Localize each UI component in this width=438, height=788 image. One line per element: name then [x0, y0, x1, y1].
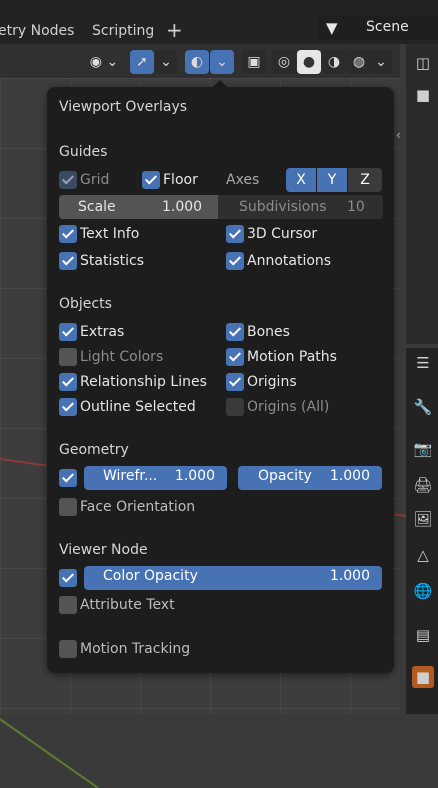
opacity-slider[interactable]: Opacity 1.000 — [238, 466, 382, 490]
workspace-tab-bar: etry Nodes Scripting + ▼ Scene — [0, 0, 438, 44]
scale-label: Scale — [78, 199, 116, 215]
gizmo-dropdown-icon[interactable]: ⌄ — [155, 50, 177, 74]
color-opacity-slider[interactable]: Color Opacity 1.000 — [84, 566, 382, 590]
properties-editor-icon[interactable]: ☰ — [412, 352, 434, 374]
xray-icon[interactable]: ▣ — [242, 50, 266, 74]
grid-checkbox[interactable] — [59, 171, 77, 189]
overlays-dropdown-icon[interactable]: ⌄ — [210, 50, 234, 74]
subdivisions-value: 10 — [347, 199, 365, 215]
tab-scripting[interactable]: Scripting — [92, 20, 154, 42]
shading-dropdown-icon[interactable]: ⌄ — [370, 50, 392, 74]
color-opacity-label: Color Opacity — [103, 568, 198, 584]
scale-value: 1.000 — [162, 199, 203, 215]
popover-title: Viewport Overlays — [59, 99, 188, 115]
axes-label: Axes — [226, 172, 260, 188]
floor-label: Floor — [163, 172, 198, 188]
outliner-filter-icon[interactable]: ◫ — [412, 52, 434, 74]
scene-icon: ▼ — [326, 19, 338, 37]
bones-label: Bones — [247, 324, 290, 340]
light-colors-label: Light Colors — [80, 349, 164, 365]
collection-icon[interactable]: ■ — [412, 84, 434, 106]
motion-tracking-checkbox[interactable] — [59, 640, 77, 658]
scene-selector[interactable]: ▼ Scene — [318, 16, 438, 40]
origins-all-checkbox[interactable] — [226, 398, 244, 416]
color-opacity-value: 1.000 — [329, 568, 370, 584]
origins-label: Origins — [247, 374, 297, 390]
scene-name: Scene — [366, 19, 409, 35]
axis-x-toggle[interactable]: X — [286, 168, 316, 192]
relationship-lines-checkbox[interactable] — [59, 373, 77, 391]
floor-checkbox[interactable] — [142, 171, 160, 189]
y-axis-line — [0, 718, 99, 788]
attribute-text-checkbox[interactable] — [59, 596, 77, 614]
motion-tracking-label: Motion Tracking — [80, 641, 191, 657]
relationship-lines-label: Relationship Lines — [80, 374, 207, 390]
3d-cursor-checkbox[interactable] — [226, 225, 244, 243]
wireframe-label: Wirefr... — [103, 468, 158, 484]
wireframe-slider[interactable]: Wirefr... 1.000 — [84, 466, 227, 490]
view-layer-icon[interactable]: 🖼 — [412, 508, 434, 530]
gizmo-icon[interactable]: ➚ — [130, 50, 154, 74]
opacity-label: Opacity — [258, 468, 312, 484]
annotations-label: Annotations — [247, 253, 332, 269]
text-info-checkbox[interactable] — [59, 225, 77, 243]
3d-cursor-label: 3D Cursor — [247, 226, 318, 242]
face-orientation-label: Face Orientation — [80, 499, 196, 515]
color-opacity-checkbox[interactable] — [59, 569, 77, 587]
visibility-icon[interactable]: ◉ ⌄ — [86, 50, 122, 74]
wireframe-checkbox[interactable] — [59, 469, 77, 487]
add-workspace-button[interactable]: + — [166, 18, 183, 42]
rendered-icon[interactable]: ◍ — [347, 50, 371, 74]
statistics-checkbox[interactable] — [59, 252, 77, 270]
viewer-node-heading: Viewer Node — [59, 542, 148, 558]
render-icon[interactable]: 📷 — [412, 438, 434, 460]
world-icon[interactable]: 🌐 — [412, 580, 434, 602]
sidebar-toggle-icon[interactable]: ‹ — [396, 128, 401, 142]
outline-selected-checkbox[interactable] — [59, 398, 77, 416]
overlays-icon[interactable]: ◐ — [185, 50, 209, 74]
outline-selected-label: Outline Selected — [80, 399, 196, 415]
motion-paths-checkbox[interactable] — [226, 348, 244, 366]
extras-label: Extras — [80, 324, 125, 340]
material-preview-icon[interactable]: ◑ — [322, 50, 346, 74]
scene-props-icon[interactable]: △ — [412, 544, 434, 566]
annotations-checkbox[interactable] — [226, 252, 244, 270]
extras-checkbox[interactable] — [59, 323, 77, 341]
solid-shading-icon[interactable]: ● — [297, 50, 321, 74]
output-icon[interactable]: 🖨 — [412, 474, 434, 496]
text-info-label: Text Info — [80, 226, 140, 242]
origins-all-label: Origins (All) — [247, 399, 330, 415]
light-colors-checkbox[interactable] — [59, 348, 77, 366]
wireframe-shading-icon[interactable]: ◎ — [272, 50, 296, 74]
collection-props-icon[interactable]: ▤ — [412, 624, 434, 646]
objects-heading: Objects — [59, 296, 112, 312]
origins-checkbox[interactable] — [226, 373, 244, 391]
subdivisions-label[interactable]: Subdivisions — [239, 197, 327, 217]
attribute-text-label: Attribute Text — [80, 597, 175, 613]
bones-checkbox[interactable] — [226, 323, 244, 341]
object-props-icon[interactable]: ■ — [412, 666, 434, 688]
statistics-label: Statistics — [80, 253, 144, 269]
face-orientation-checkbox[interactable] — [59, 498, 77, 516]
motion-paths-label: Motion Paths — [247, 349, 337, 365]
opacity-value: 1.000 — [329, 468, 370, 484]
tab-geometry-nodes[interactable]: etry Nodes — [0, 20, 74, 42]
wireframe-value: 1.000 — [174, 468, 215, 484]
axis-z-toggle[interactable]: Z — [348, 168, 382, 192]
guides-heading: Guides — [59, 144, 108, 160]
grid-label: Grid — [80, 172, 110, 188]
geometry-heading: Geometry — [59, 442, 129, 458]
axis-y-toggle[interactable]: Y — [317, 168, 347, 192]
tool-icon[interactable]: 🔧 — [412, 396, 434, 418]
